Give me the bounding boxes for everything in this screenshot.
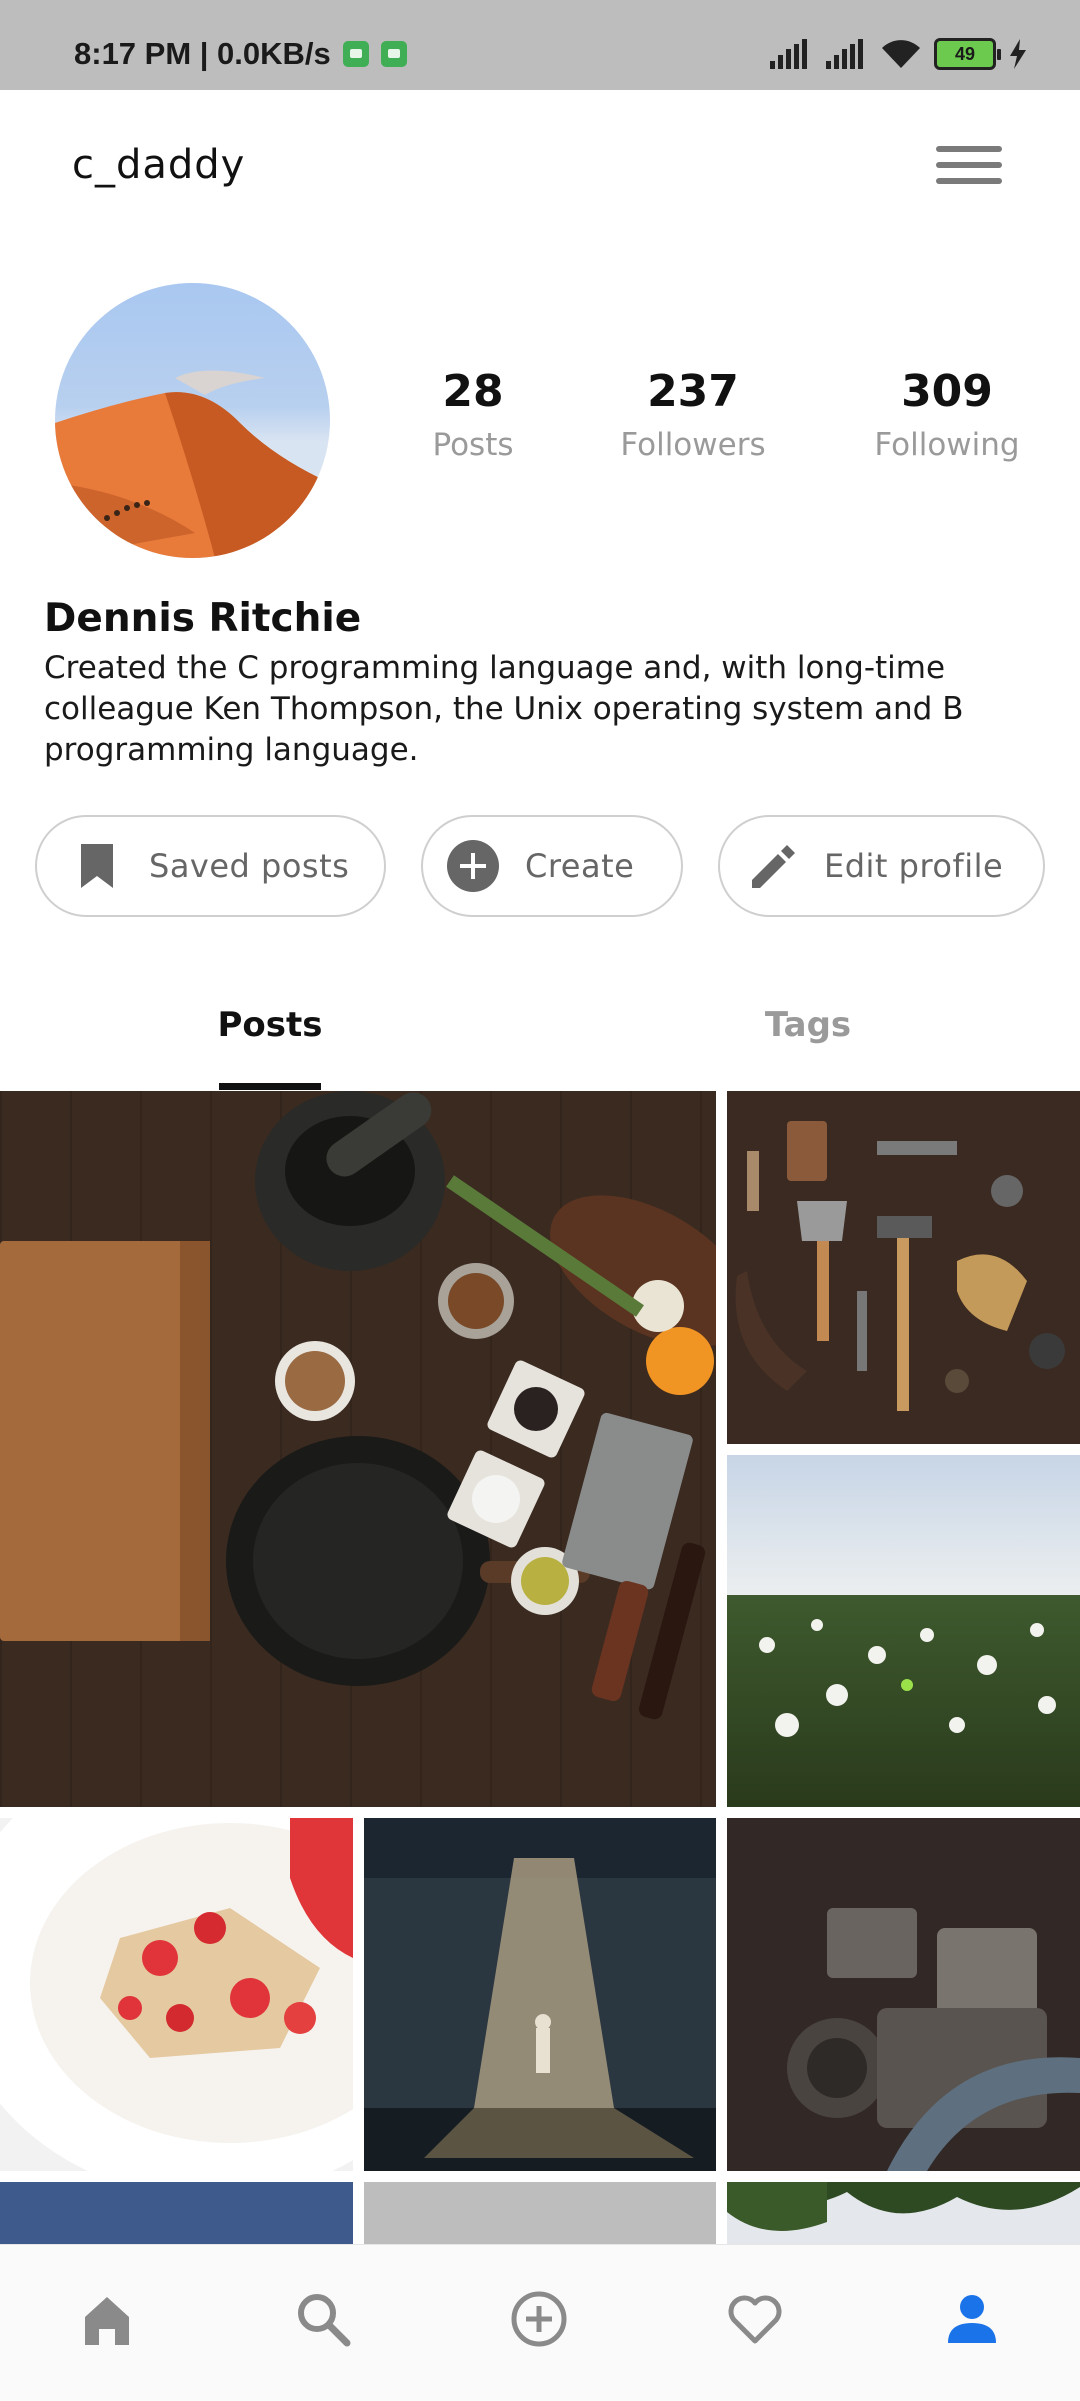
post-thumbnail[interactable] [727,1091,1080,1444]
battery-icon: 49 [934,38,1001,70]
charging-icon [1010,39,1026,69]
desert-dune-image [55,370,330,558]
signal-icon [770,39,807,69]
yogurt-bowl-photo [0,1818,353,2171]
create-label: Create [525,847,635,885]
post-thumbnail[interactable] [364,2182,716,2244]
stat-label: Following [874,427,1020,463]
alley-light-photo [364,1818,716,2171]
stat-value: 309 [901,366,993,417]
status-bar: 8:17 PM | 0.0KB/s 49 [0,0,1080,90]
saved-posts-button[interactable]: Saved posts [35,815,386,917]
vintage-machine-photo [727,1818,1080,2171]
hamburger-icon[interactable] [936,146,1002,190]
stat-value: 237 [647,366,739,417]
bookmark-icon [81,844,113,888]
create-button[interactable]: Create [421,815,683,917]
profile-tabs: Posts Tags [0,960,1080,1090]
tab-posts[interactable]: Posts [172,960,368,1090]
edit-profile-button[interactable]: Edit profile [718,815,1045,917]
add-circle-icon [447,840,499,892]
profile-icon[interactable] [942,2289,1002,2349]
tools-photo [727,1091,1080,1444]
stat-following[interactable]: 309 Following [827,366,1067,463]
post-thumbnail[interactable] [364,1818,716,2171]
search-icon[interactable] [293,2289,353,2349]
post-thumbnail[interactable] [727,1455,1080,1807]
notification-android-icon [380,41,407,67]
stat-followers[interactable]: 237 Followers [573,366,813,463]
dandelion-field-photo [727,1455,1080,1807]
post-thumbnail[interactable] [727,2182,1080,2244]
bottom-navigation [0,2244,1080,2401]
active-tab-indicator [219,1083,321,1090]
saved-posts-label: Saved posts [149,847,350,885]
status-time: 8:17 PM | 0.0KB/s [74,36,331,71]
post-thumbnail[interactable] [0,1818,353,2171]
post-thumbnail[interactable] [727,1818,1080,2171]
stat-label: Followers [620,427,766,463]
status-left: 8:17 PM | 0.0KB/s [74,36,407,72]
trees-photo [727,2182,1080,2244]
status-right: 49 [768,38,1028,70]
avatar[interactable] [55,283,330,558]
stat-label: Posts [432,427,514,463]
app-bar: c_daddy [0,90,1080,240]
profile-username: c_daddy [72,142,246,188]
signal-icon [826,39,863,69]
profile-bio: Created the C programming language and, … [44,650,964,768]
notification-android-icon [342,41,369,67]
stat-posts[interactable]: 28 Posts [353,366,593,463]
edit-profile-label: Edit profile [824,847,1004,885]
profile-name: Dennis Ritchie [44,596,362,641]
home-icon[interactable] [77,2289,137,2349]
heart-icon[interactable] [725,2289,785,2349]
post-thumbnail[interactable] [0,1091,716,1807]
tab-tags[interactable]: Tags [710,960,906,1090]
pencil-icon [752,845,795,888]
stat-value: 28 [442,366,504,417]
post-thumbnail[interactable] [0,2182,353,2244]
wifi-icon [882,40,920,68]
kitchen-photo [0,1091,716,1807]
add-circle-icon[interactable] [509,2289,569,2349]
posts-grid [0,1091,1080,2244]
